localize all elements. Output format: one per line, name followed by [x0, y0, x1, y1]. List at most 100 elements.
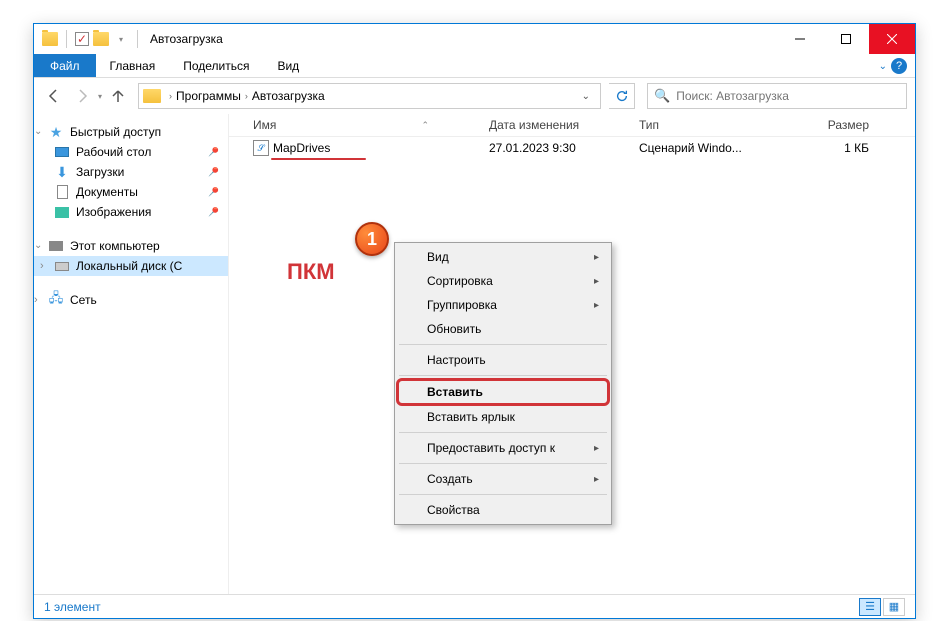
navigation-bar: ▾ › Программы › Автозагрузка ⌄ 🔍 — [34, 78, 915, 114]
column-header-size[interactable]: Размер — [789, 118, 889, 132]
separator — [399, 463, 607, 464]
annotation-label-pkm: ПКМ — [287, 259, 335, 285]
column-header-name[interactable]: Имя⌃ — [229, 118, 489, 132]
ctx-item-properties[interactable]: Свойства — [397, 498, 609, 522]
forward-button[interactable] — [70, 84, 94, 108]
help-icon[interactable]: ? — [891, 58, 907, 74]
context-menu: Вид Сортировка Группировка Обновить Наст… — [394, 242, 612, 525]
sidebar-item-label: Этот компьютер — [70, 239, 160, 253]
maximize-button[interactable] — [823, 24, 869, 54]
separator — [137, 30, 138, 48]
ribbon-expand-button[interactable]: ⌄ ? — [879, 54, 907, 78]
file-row[interactable]: 𝒮 MapDrives 27.01.2023 9:30 Сценарий Win… — [229, 137, 915, 159]
file-name: MapDrives — [273, 141, 330, 155]
close-button[interactable] — [869, 24, 915, 54]
window-title: Автозагрузка — [150, 32, 223, 46]
column-header-type[interactable]: Тип — [639, 118, 789, 132]
star-icon: ★ — [48, 124, 64, 140]
separator — [399, 375, 607, 376]
search-box[interactable]: 🔍 — [647, 83, 907, 109]
file-tab[interactable]: Файл — [34, 54, 96, 77]
details-view-button[interactable]: ☰ — [859, 598, 881, 616]
chevron-right-icon[interactable]: › — [169, 91, 172, 101]
ctx-item-refresh[interactable]: Обновить — [397, 317, 609, 341]
properties-qat-icon[interactable]: ✓ — [75, 32, 89, 46]
downloads-icon: ⬇ — [54, 164, 70, 180]
pictures-icon — [54, 204, 70, 220]
back-button[interactable] — [42, 84, 66, 108]
address-dropdown-icon[interactable]: ⌄ — [576, 91, 596, 102]
ctx-item-customize[interactable]: Настроить — [397, 348, 609, 372]
documents-icon — [54, 184, 70, 200]
separator — [399, 494, 607, 495]
file-date: 27.01.2023 9:30 — [489, 141, 639, 155]
breadcrumb: › Программы › Автозагрузка — [165, 89, 325, 103]
search-input[interactable] — [676, 89, 900, 103]
sidebar-item-this-pc[interactable]: Этот компьютер — [34, 236, 228, 256]
file-type: Сценарий Windo... — [639, 141, 789, 155]
folder-icon — [143, 89, 161, 103]
sidebar-item-label: Загрузки — [76, 165, 124, 179]
folder-icon — [42, 32, 58, 46]
sidebar-item-desktop[interactable]: Рабочий стол 📍 — [34, 142, 228, 162]
annotation-badge-1: 1 — [355, 222, 389, 256]
separator — [66, 30, 67, 48]
ctx-item-give-access[interactable]: Предоставить доступ к — [397, 436, 609, 460]
search-icon: 🔍 — [654, 88, 670, 104]
sidebar-item-label: Изображения — [76, 205, 151, 219]
drive-icon — [54, 258, 70, 274]
ctx-item-view[interactable]: Вид — [397, 245, 609, 269]
ribbon: Файл Главная Поделиться Вид ⌄ ? — [34, 54, 915, 78]
pin-icon: 📍 — [204, 143, 223, 162]
sidebar-item-local-disk[interactable]: Локальный диск (C — [34, 256, 228, 276]
titlebar: ✓ ▾ Автозагрузка — [34, 24, 915, 54]
sidebar-item-downloads[interactable]: ⬇ Загрузки 📍 — [34, 162, 228, 182]
sidebar-item-label: Сеть — [70, 293, 97, 307]
navigation-pane: ★ Быстрый доступ Рабочий стол 📍 ⬇ Загруз… — [34, 114, 229, 594]
minimize-button[interactable] — [777, 24, 823, 54]
tab-view[interactable]: Вид — [263, 54, 313, 77]
ctx-item-create[interactable]: Создать — [397, 467, 609, 491]
separator — [399, 432, 607, 433]
sidebar-item-documents[interactable]: Документы 📍 — [34, 182, 228, 202]
history-dropdown-icon[interactable]: ▾ — [98, 92, 102, 101]
pin-icon: 📍 — [204, 183, 223, 202]
sidebar-item-label: Рабочий стол — [76, 145, 151, 159]
script-file-icon: 𝒮 — [253, 140, 269, 156]
ctx-item-sort[interactable]: Сортировка — [397, 269, 609, 293]
qat-dropdown-icon[interactable]: ▾ — [113, 31, 129, 47]
breadcrumb-item[interactable]: Программы — [176, 89, 241, 103]
explorer-window: ✓ ▾ Автозагрузка Файл Главная Поделиться… — [33, 23, 916, 619]
ctx-item-group[interactable]: Группировка — [397, 293, 609, 317]
ctx-item-paste[interactable]: Вставить — [396, 378, 610, 406]
address-bar[interactable]: › Программы › Автозагрузка ⌄ — [138, 83, 601, 109]
desktop-icon — [54, 144, 70, 160]
item-count: 1 элемент — [44, 600, 101, 614]
tab-share[interactable]: Поделиться — [169, 54, 263, 77]
status-bar: 1 элемент ☰ ▦ — [34, 594, 915, 618]
column-header-date[interactable]: Дата изменения — [489, 118, 639, 132]
sidebar-item-pictures[interactable]: Изображения 📍 — [34, 202, 228, 222]
sidebar-item-network[interactable]: 🖧 Сеть — [34, 290, 228, 310]
up-button[interactable] — [106, 84, 130, 108]
sort-indicator-icon: ⌃ — [421, 120, 429, 131]
chevron-right-icon[interactable]: › — [245, 91, 248, 101]
pin-icon: 📍 — [204, 203, 223, 222]
sidebar-item-label: Документы — [76, 185, 138, 199]
file-size: 1 КБ — [789, 141, 889, 155]
separator — [399, 344, 607, 345]
annotation-underline — [271, 158, 366, 160]
tab-home[interactable]: Главная — [96, 54, 170, 77]
thumbnails-view-button[interactable]: ▦ — [883, 598, 905, 616]
pc-icon — [48, 238, 64, 254]
new-folder-qat-icon[interactable] — [93, 32, 109, 46]
quick-access-toolbar: ✓ ▾ — [42, 30, 142, 48]
ctx-item-paste-shortcut[interactable]: Вставить ярлык — [397, 405, 609, 429]
sidebar-item-label: Быстрый доступ — [70, 125, 161, 139]
network-icon: 🖧 — [48, 292, 64, 308]
sidebar-item-label: Локальный диск (C — [76, 259, 182, 273]
refresh-button[interactable] — [609, 83, 635, 109]
sidebar-item-quick-access[interactable]: ★ Быстрый доступ — [34, 122, 228, 142]
pin-icon: 📍 — [204, 163, 223, 182]
breadcrumb-item[interactable]: Автозагрузка — [252, 89, 325, 103]
